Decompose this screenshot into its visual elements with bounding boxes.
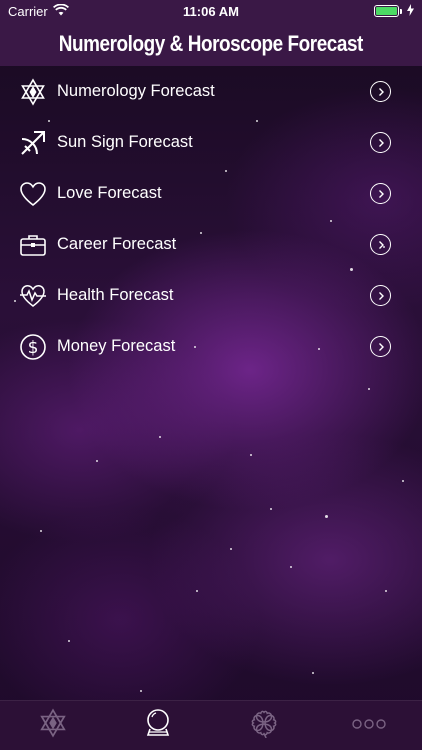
more-icon bbox=[352, 717, 386, 735]
chevron-right-icon bbox=[370, 336, 391, 357]
status-carrier: Carrier bbox=[8, 3, 69, 19]
menu-item-career-forecast[interactable]: Career Forecast bbox=[0, 219, 422, 270]
page-title: Numerology & Horoscope Forecast bbox=[58, 31, 364, 56]
tab-bar bbox=[0, 700, 422, 750]
menu-item-label: Numerology Forecast bbox=[57, 82, 215, 100]
tab-luck[interactable] bbox=[234, 705, 294, 747]
navigation-bar: Numerology & Horoscope Forecast bbox=[0, 22, 422, 66]
briefcase-icon bbox=[19, 231, 47, 259]
merkaba-star-icon bbox=[38, 708, 68, 743]
status-right bbox=[374, 3, 414, 19]
menu-item-money-forecast[interactable]: $ Money Forecast bbox=[0, 321, 422, 372]
svg-text:$: $ bbox=[28, 338, 39, 358]
carrier-label: Carrier bbox=[8, 3, 48, 19]
menu-item-numerology-forecast[interactable]: Numerology Forecast bbox=[0, 66, 422, 117]
tab-numerology[interactable] bbox=[23, 705, 83, 747]
sagittarius-arrow-icon bbox=[19, 129, 47, 157]
merkaba-star-icon bbox=[19, 77, 47, 106]
menu-item-label: Money Forecast bbox=[57, 337, 176, 355]
chevron-right-icon bbox=[370, 183, 391, 204]
chevron-right-icon bbox=[370, 132, 391, 153]
dollar-icon: $ bbox=[19, 333, 47, 361]
menu-item-label: Love Forecast bbox=[57, 184, 162, 202]
forecast-menu-list: Numerology Forecast Sun Sign Forecast Lo… bbox=[0, 66, 422, 372]
status-bar: Carrier 11:06 AM bbox=[0, 0, 422, 22]
chevron-right-icon bbox=[370, 81, 391, 102]
menu-item-label: Health Forecast bbox=[57, 286, 174, 304]
menu-item-sun-sign-forecast[interactable]: Sun Sign Forecast bbox=[0, 117, 422, 168]
menu-item-label: Sun Sign Forecast bbox=[57, 133, 193, 151]
app-screen: Carrier 11:06 AM Numerology & Horoscope … bbox=[0, 0, 422, 750]
tab-forecast[interactable] bbox=[128, 705, 188, 747]
menu-item-love-forecast[interactable]: Love Forecast bbox=[0, 168, 422, 219]
menu-item-label: Career Forecast bbox=[57, 235, 177, 253]
heartbeat-icon bbox=[19, 282, 47, 310]
menu-item-health-forecast[interactable]: Health Forecast bbox=[0, 270, 422, 321]
wifi-icon bbox=[52, 3, 69, 19]
chevron-right-icon bbox=[370, 285, 391, 306]
battery-icon bbox=[374, 5, 402, 17]
chevron-right-icon bbox=[370, 234, 391, 255]
tab-more[interactable] bbox=[339, 705, 399, 747]
heart-icon bbox=[19, 180, 47, 208]
four-leaf-clover-icon bbox=[249, 708, 279, 743]
charging-bolt-icon bbox=[407, 3, 414, 19]
crystal-ball-icon bbox=[143, 708, 173, 743]
